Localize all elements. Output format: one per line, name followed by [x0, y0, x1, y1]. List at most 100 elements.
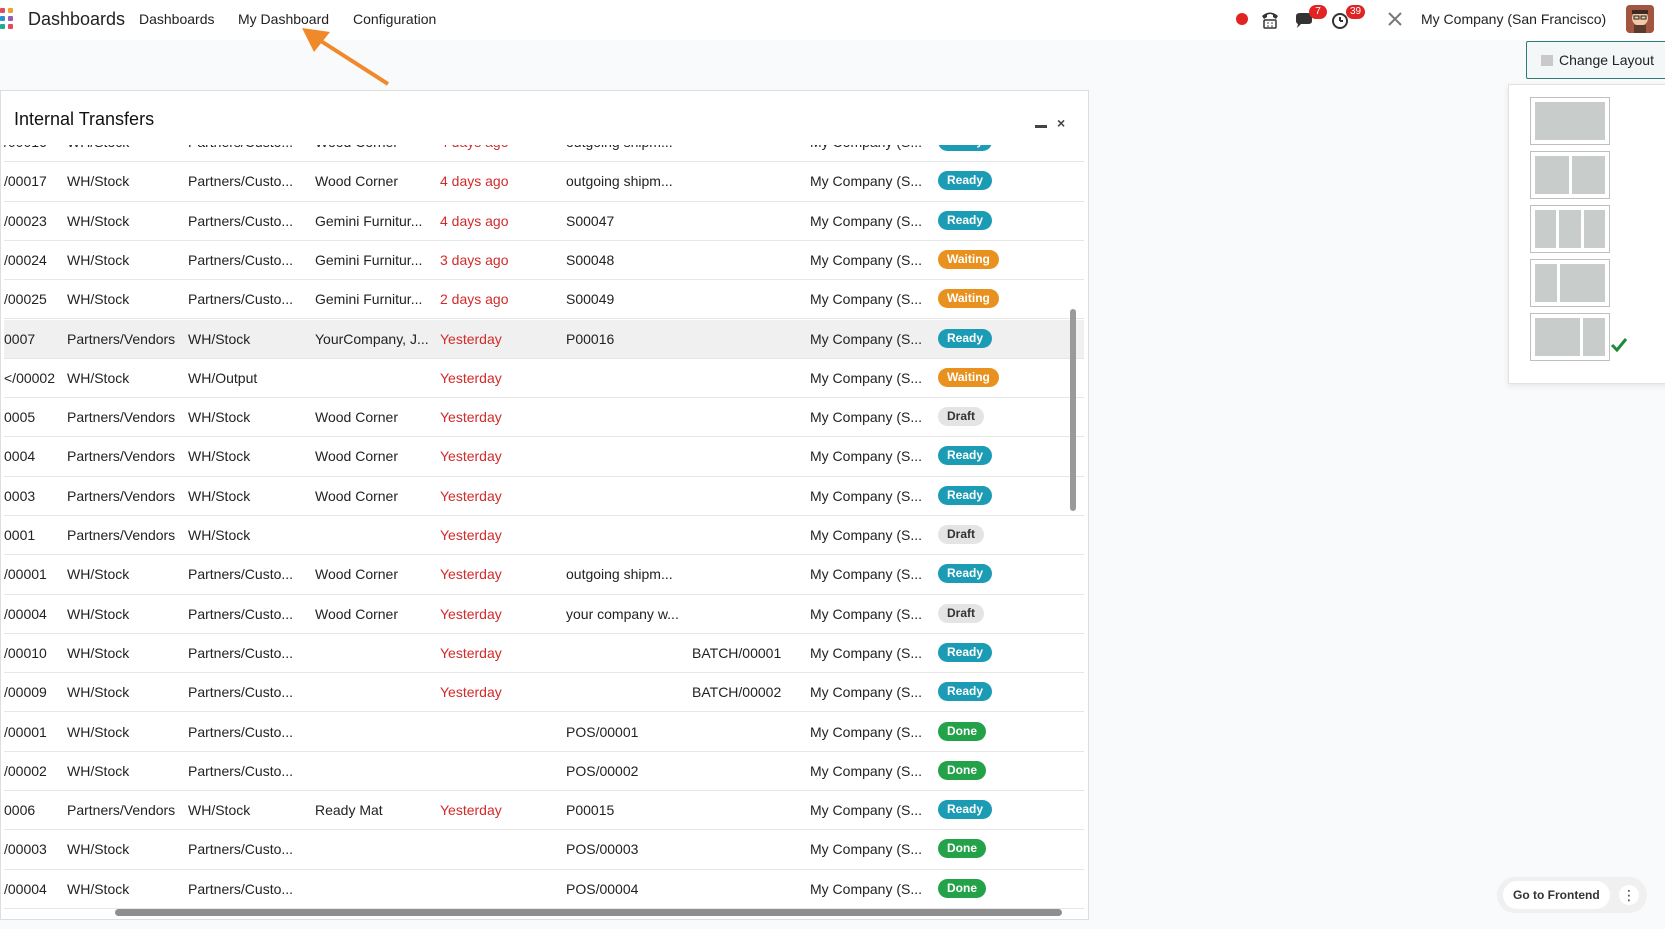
cell-source-document: POS/00001 — [566, 723, 639, 740]
cell-reference: /00004 — [4, 880, 47, 897]
cell-destination-location: Partners/Custo... — [188, 880, 294, 897]
cell-destination-location: Partners/Custo... — [188, 644, 294, 661]
layout-option-3-columns[interactable] — [1530, 205, 1610, 253]
table-row[interactable]: /00002 WH/Stock Partners/Custo... POS/00002… — [4, 752, 1084, 792]
cell-destination-location: Partners/Custo... — [188, 212, 294, 229]
transfers-table: /00016 WH/Stock Partners/Custo... Wood Corn… — [4, 145, 1084, 909]
minimize-icon[interactable] — [1035, 125, 1047, 128]
table-row[interactable]: 0004 Partners/Vendors WH/Stock Wood Corner Y… — [4, 437, 1084, 477]
table-row[interactable]: /00010 WH/Stock Partners/Custo... Yesterday… — [4, 634, 1084, 674]
cell-company: My Company (S... — [810, 762, 923, 779]
cell-scheduled-date: Yesterday — [440, 605, 502, 622]
layout-option-2-1-columns[interactable] — [1530, 313, 1610, 361]
cell-destination-location: Partners/Custo... — [188, 145, 293, 150]
table-row[interactable]: /00016 WH/Stock Partners/Custo... Wood Corn… — [4, 145, 1084, 163]
cell-destination-location: Partners/Custo... — [188, 566, 294, 583]
status-badge: Ready — [938, 642, 993, 662]
cell-reference: 0001 — [4, 527, 36, 543]
cell-source-location: WH/Stock — [67, 291, 130, 308]
cell-reference: /00023 — [4, 212, 47, 229]
table-row[interactable]: /00001 WH/Stock Partners/Custo... Wood Corn… — [4, 555, 1084, 595]
menu-configuration[interactable]: Configuration — [353, 11, 436, 27]
cell-destination-location: Partners/Custo... — [188, 841, 294, 858]
table-row[interactable]: /00003 WH/Stock Partners/Custo... POS/00003… — [4, 830, 1084, 870]
table-row[interactable]: 0001 Partners/Vendors WH/Stock Yesterday My … — [4, 516, 1084, 556]
cell-reference: /00017 — [4, 173, 47, 190]
cell-source-document: S00048 — [566, 251, 615, 268]
cell-contact: Wood Corner — [315, 487, 399, 504]
cell-scheduled-date: Yesterday — [440, 684, 502, 701]
status-badge: Ready — [938, 682, 993, 702]
cell-contact: Wood Corner — [315, 409, 399, 426]
layout-icon — [1541, 55, 1553, 66]
user-avatar[interactable] — [1626, 5, 1654, 33]
cell-reference: 0003 — [4, 487, 36, 504]
kebab-icon[interactable]: ⋮ — [1619, 885, 1639, 905]
cell-destination-location: WH/Stock — [188, 802, 251, 819]
app-title[interactable]: Dashboards — [28, 9, 125, 30]
cell-contact: Ready Mat — [315, 802, 383, 819]
cell-source-location: WH/Stock — [67, 723, 130, 740]
table-row[interactable]: /00023 WH/Stock Partners/Custo... Gemini Fu… — [4, 202, 1084, 241]
cell-source-location: Partners/Vendors — [67, 527, 176, 543]
cell-reference: /00009 — [4, 684, 47, 701]
status-badge: Ready — [938, 800, 993, 820]
cell-scheduled-date: 4 days ago — [440, 173, 509, 190]
horizontal-scrollbar[interactable] — [115, 909, 1062, 916]
cell-contact: Wood Corner — [315, 605, 399, 622]
table-row[interactable]: 0007 Partners/Vendors WH/Stock YourCompany,… — [4, 319, 1084, 359]
close-icon[interactable]: × — [1057, 115, 1065, 131]
table-row[interactable]: /00001 WH/Stock Partners/Custo... POS/00001… — [4, 713, 1084, 752]
table-row[interactable]: </00002 WH/Stock WH/Output Yesterday My Comp… — [4, 359, 1084, 399]
cell-scheduled-date: Yesterday — [440, 644, 502, 661]
cell-company: My Company (S... — [810, 841, 923, 858]
cell-source-location: Partners/Vendors — [67, 330, 176, 347]
table-row[interactable]: 0005 Partners/Vendors WH/Stock Wood Corner Y… — [4, 398, 1084, 438]
table-row[interactable]: /00025 WH/Stock Partners/Custo... Gemini Fu… — [4, 280, 1084, 320]
table-row[interactable]: /00017 WH/Stock Partners/Custo... Wood Corn… — [4, 162, 1084, 202]
cell-company: My Company (S... — [810, 212, 923, 229]
cell-destination-location: Partners/Custo... — [188, 762, 294, 779]
cell-company: My Company (S... — [810, 527, 923, 543]
layout-option-1-column[interactable] — [1530, 97, 1610, 145]
phone-icon[interactable] — [1259, 9, 1281, 31]
cell-company: My Company (S... — [810, 145, 922, 150]
table-row[interactable]: /00004 WH/Stock Partners/Custo... POS/00004… — [4, 870, 1084, 909]
cell-reference: /00001 — [4, 723, 47, 740]
menu-my-dashboard[interactable]: My Dashboard — [238, 11, 329, 27]
layout-option-2-columns[interactable] — [1530, 151, 1610, 199]
cell-contact: Wood Corner — [315, 173, 399, 190]
status-badge: Done — [938, 839, 986, 859]
cell-scheduled-date: Yesterday — [440, 566, 502, 583]
recording-indicator-icon[interactable] — [1236, 13, 1248, 25]
cell-reference: 0005 — [4, 409, 36, 426]
layout-option-1-2-columns[interactable] — [1530, 259, 1610, 307]
cell-source-location: WH/Stock — [67, 212, 130, 229]
table-row[interactable]: 0003 Partners/Vendors WH/Stock Wood Corner Y… — [4, 477, 1084, 516]
status-badge: Draft — [938, 603, 985, 623]
table-row[interactable]: /00009 WH/Stock Partners/Custo... Yesterday… — [4, 673, 1084, 713]
vertical-scrollbar[interactable] — [1070, 309, 1076, 511]
status-badge: Waiting — [938, 367, 999, 387]
status-badge: Done — [938, 760, 986, 780]
cell-source-document: your company w... — [566, 605, 679, 622]
debug-tools-icon[interactable] — [1386, 10, 1404, 32]
cell-source-location: Partners/Vendors — [67, 802, 176, 819]
table-row[interactable]: /00004 WH/Stock Partners/Custo... Wood Corn… — [4, 595, 1084, 634]
table-row[interactable]: /00024 WH/Stock Partners/Custo... Gemini Fu… — [4, 241, 1084, 281]
cell-source-document: outgoing shipm... — [566, 566, 673, 583]
company-switcher[interactable]: My Company (San Francisco) — [1421, 11, 1606, 27]
apps-grid-icon[interactable] — [0, 8, 20, 30]
cell-contact: Wood Corner — [315, 145, 398, 150]
cell-scheduled-date: Yesterday — [440, 409, 502, 426]
table-row[interactable]: 0006 Partners/Vendors WH/Stock Ready Mat Yes… — [4, 791, 1084, 831]
go-to-frontend-button[interactable]: Go to Frontend — [1503, 881, 1610, 909]
cell-destination-location: WH/Stock — [188, 527, 251, 543]
status-badge: Ready — [938, 328, 993, 348]
change-layout-button[interactable]: Change Layout — [1526, 41, 1665, 79]
layout-options-panel — [1508, 84, 1665, 384]
cell-scheduled-date: Yesterday — [440, 369, 502, 386]
menu-dashboards[interactable]: Dashboards — [139, 11, 215, 27]
cell-reference: /00003 — [4, 841, 47, 858]
status-badge: Ready — [938, 485, 993, 505]
